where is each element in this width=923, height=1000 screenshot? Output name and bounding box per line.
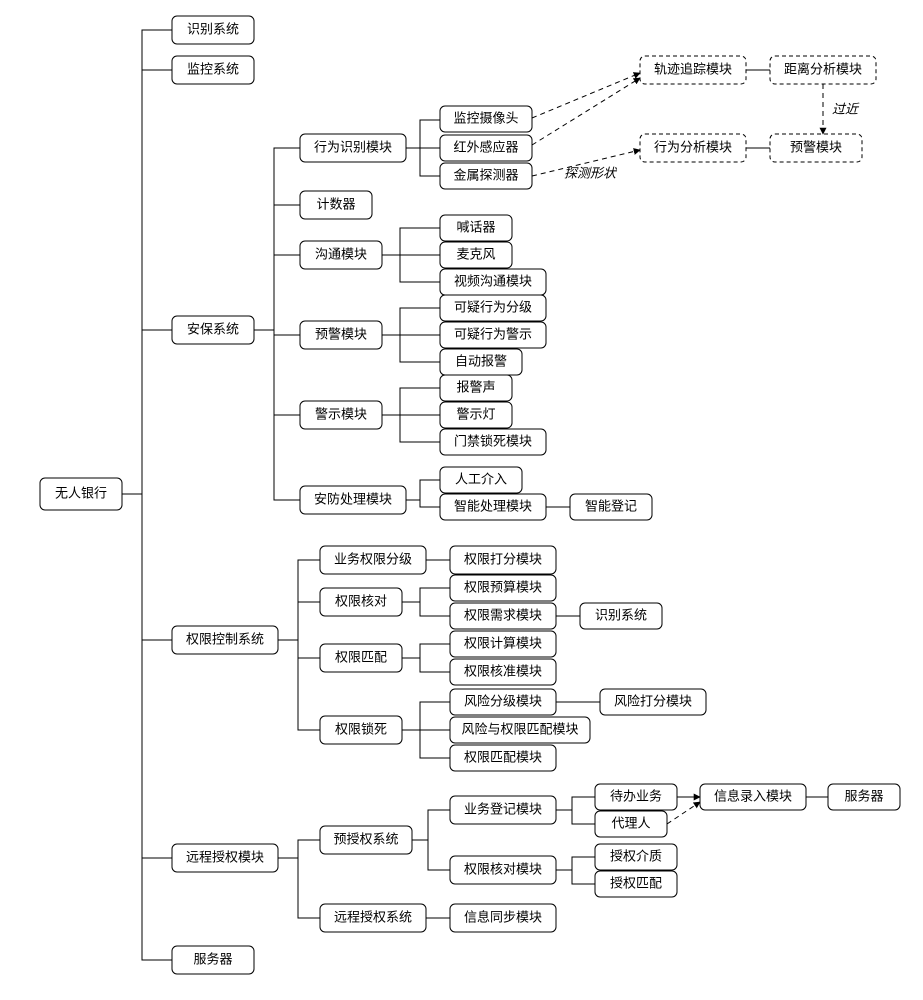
svg-text:视频沟通模块: 视频沟通模块 (454, 273, 532, 288)
svg-text:信息同步模块: 信息同步模块 (464, 909, 542, 924)
svg-text:沟通模块: 沟通模块 (315, 246, 367, 261)
svg-text:行为识别模块: 行为识别模块 (314, 139, 392, 154)
svg-text:安保系统: 安保系统 (187, 321, 239, 336)
svg-text:待办业务: 待办业务 (610, 788, 662, 803)
svg-text:授权匹配: 授权匹配 (610, 875, 662, 890)
svg-text:预授权系统: 预授权系统 (333, 831, 398, 846)
svg-text:代理人: 代理人 (611, 815, 650, 830)
l1-shibie: 识别系统 (172, 16, 254, 44)
sec-yujing: 预警模块 (300, 321, 382, 349)
svg-text:权限匹配: 权限匹配 (335, 649, 387, 664)
root-node: 无人银行 (40, 478, 122, 510)
svg-text:智能处理模块: 智能处理模块 (454, 498, 532, 513)
svg-text:业务登记模块: 业务登记模块 (464, 801, 542, 816)
sec-jishuqi: 计数器 (300, 191, 372, 219)
beh-met: 金属探测器 (453, 167, 518, 182)
l1-fuwuqi: 服务器 (172, 946, 254, 974)
beh-ir: 红外感应器 (453, 139, 518, 154)
svg-text:麦克风: 麦克风 (456, 246, 495, 261)
svg-text:预警模块: 预警模块 (790, 139, 842, 154)
root-label: 无人银行 (55, 485, 107, 500)
svg-text:权限计算模块: 权限计算模块 (464, 635, 542, 650)
svg-text:远程授权系统: 远程授权系统 (334, 909, 412, 924)
trk: 轨迹追踪模块 (640, 56, 746, 84)
svg-text:风险打分模块: 风险打分模块 (614, 693, 692, 708)
svg-text:自动报警: 自动报警 (455, 353, 507, 368)
l1-quanxian: 权限控制系统 (172, 626, 278, 654)
svg-text:权限核对: 权限核对 (335, 593, 387, 608)
svg-text:可疑行为分级: 可疑行为分级 (454, 299, 532, 314)
svg-text:报警声: 报警声 (456, 379, 495, 394)
svg-text:喊话器: 喊话器 (456, 219, 495, 234)
dist: 距离分析模块 (770, 56, 876, 84)
svg-text:距离分析模块: 距离分析模块 (784, 61, 862, 76)
svg-text:行为分析模块: 行为分析模块 (654, 139, 732, 154)
edge-near: 过近 (832, 101, 860, 116)
sec-xingwei: 行为识别模块 (300, 134, 406, 162)
sec-jingshi: 警示模块 (300, 401, 382, 429)
behA: 行为分析模块 (640, 134, 746, 162)
svg-text:风险分级模块: 风险分级模块 (464, 693, 542, 708)
edge-shape: 探测形状 (564, 165, 618, 180)
svg-text:风险与权限匹配模块: 风险与权限匹配模块 (461, 721, 578, 736)
svg-text:权限锁死: 权限锁死 (335, 721, 387, 736)
svg-text:服务器: 服务器 (193, 951, 232, 966)
svg-text:权限预算模块: 权限预算模块 (464, 579, 542, 594)
svg-text:信息录入模块: 信息录入模块 (714, 788, 792, 803)
svg-text:安防处理模块: 安防处理模块 (314, 491, 392, 506)
svg-text:权限控制系统: 权限控制系统 (186, 631, 264, 646)
svg-text:权限打分模块: 权限打分模块 (464, 551, 542, 566)
svg-text:计数器: 计数器 (316, 196, 355, 211)
svg-text:识别系统: 识别系统 (187, 21, 239, 36)
svg-text:业务权限分级: 业务权限分级 (334, 551, 412, 566)
svg-text:识别系统: 识别系统 (595, 607, 647, 622)
svg-text:警示模块: 警示模块 (315, 406, 367, 421)
svg-text:远程授权模块: 远程授权模块 (186, 849, 264, 864)
svg-text:人工介入: 人工介入 (455, 471, 507, 486)
preR: 预警模块 (770, 134, 862, 162)
svg-text:权限需求模块: 权限需求模块 (464, 607, 542, 622)
svg-text:权限核准模块: 权限核准模块 (464, 663, 542, 678)
l1-yuancheng: 远程授权模块 (172, 844, 278, 872)
svg-text:权限匹配模块: 权限匹配模块 (464, 749, 542, 764)
svg-text:门禁锁死模块: 门禁锁死模块 (454, 433, 532, 448)
l1-anbao: 安保系统 (172, 316, 254, 344)
sec-anfang: 安防处理模块 (300, 486, 406, 514)
svg-text:权限核对模块: 权限核对模块 (464, 861, 542, 876)
l1-jiankong: 监控系统 (172, 56, 254, 84)
svg-text:警示灯: 警示灯 (456, 406, 495, 421)
svg-text:授权介质: 授权介质 (610, 848, 662, 863)
svg-text:智能登记: 智能登记 (585, 498, 637, 513)
svg-text:可疑行为警示: 可疑行为警示 (454, 326, 532, 341)
svg-text:轨迹追踪模块: 轨迹追踪模块 (654, 61, 732, 76)
svg-text:预警模块: 预警模块 (315, 326, 367, 341)
beh-cam: 监控摄像头 (453, 110, 518, 125)
sec-goutong: 沟通模块 (300, 241, 382, 269)
svg-text:服务器: 服务器 (844, 788, 883, 803)
svg-text:监控系统: 监控系统 (187, 61, 239, 76)
